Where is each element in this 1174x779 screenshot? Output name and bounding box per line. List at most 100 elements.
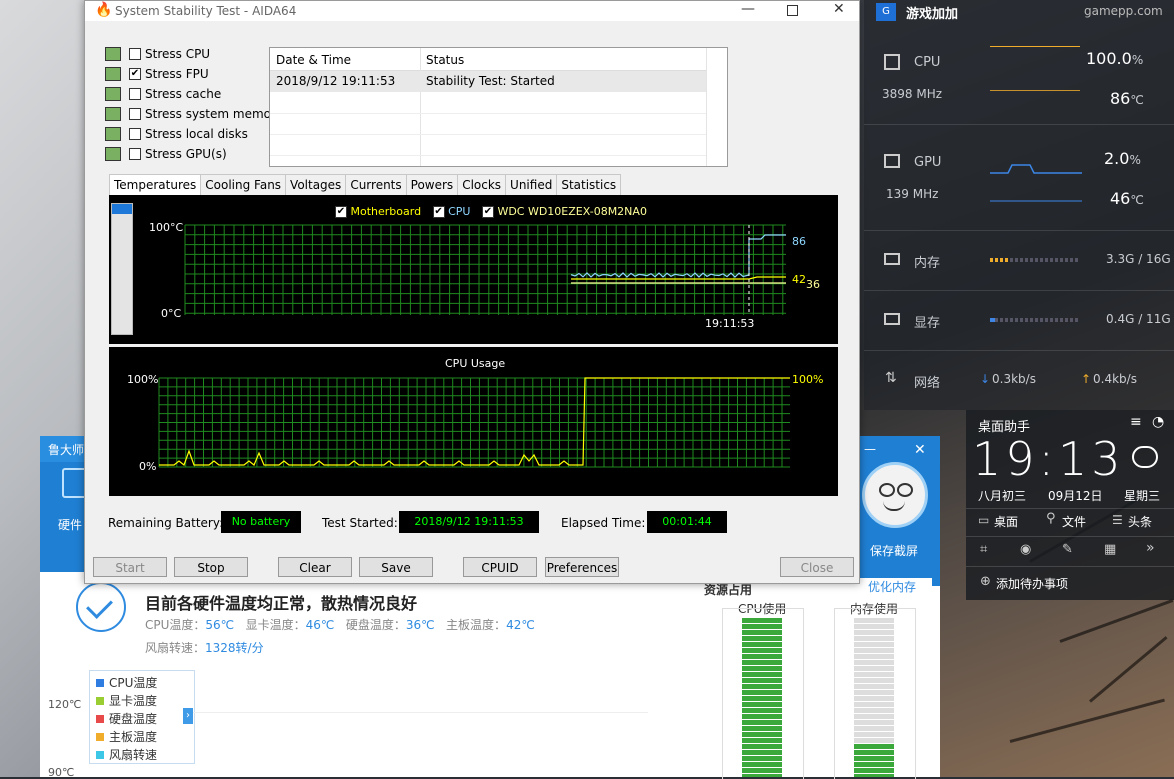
maximize-button[interactable] <box>787 5 798 16</box>
ludashi-headline: 目前各硬件温度均正常，散热情况良好 <box>145 594 418 613</box>
cpu-use-bar <box>742 618 782 777</box>
chevron-right-icon[interactable]: › <box>183 708 193 724</box>
calculator-icon[interactable]: ▦ <box>1104 542 1116 557</box>
aida64-stability-window: 🔥 System Stability Test - AIDA64 — ✕ Str… <box>84 0 860 584</box>
stress-label: Stress FPU <box>145 67 209 81</box>
legend-swatch <box>96 733 104 741</box>
tab-currents[interactable]: Currents <box>345 174 407 195</box>
weekday: 星期三 <box>1124 489 1161 503</box>
gp-vram-bar <box>990 318 995 322</box>
legend-disk: WDC WD10EZEX-08M2NA0 <box>497 205 647 218</box>
add-todo-link[interactable]: 添加待办事项 <box>996 575 1068 592</box>
desktop-icon[interactable]: ▭ <box>978 513 989 527</box>
legend-item[interactable]: CPU温度 <box>96 674 157 691</box>
close-button[interactable]: Close <box>780 557 854 577</box>
more-icon[interactable]: » <box>1146 540 1155 556</box>
table-cell-status: Stability Test: Started <box>426 74 555 88</box>
gpu-monitor-icon <box>105 147 121 161</box>
cpu-y-bottom: 0% <box>139 460 157 473</box>
minimize-button[interactable]: — <box>741 1 755 17</box>
clear-button[interactable]: Clear <box>278 557 352 577</box>
table-row[interactable]: 2018/9/12 19:11:53 Stability Test: Start… <box>270 71 706 92</box>
aida-titlebar[interactable]: 🔥 System Stability Test - AIDA64 — ✕ <box>85 1 859 21</box>
edit-icon[interactable]: ✎ <box>1062 542 1073 557</box>
preferences-button[interactable]: Preferences <box>545 557 619 577</box>
menu-icon[interactable]: ≡ <box>1130 414 1142 430</box>
fpu-icon <box>105 67 121 81</box>
legend-check-motherboard[interactable]: ✔ <box>335 206 347 218</box>
col-header-status[interactable]: Status <box>426 53 464 67</box>
save-screenshot-button[interactable]: 保存截屏 <box>870 542 918 559</box>
minimize-icon[interactable]: — <box>864 442 876 456</box>
optimize-memory-link[interactable]: 优化内存 <box>868 578 916 595</box>
stress-label: Stress local disks <box>145 127 248 141</box>
tab-temperatures[interactable]: Temperatures <box>109 174 202 197</box>
stress-checkbox[interactable] <box>129 128 141 140</box>
link-files[interactable]: 文件 <box>1062 513 1086 530</box>
legend-swatch <box>96 715 104 723</box>
mascot-avatar <box>862 462 928 528</box>
close-icon[interactable]: ✕ <box>914 442 926 458</box>
stress-checkbox[interactable] <box>129 108 141 120</box>
desktop-assistant-widget: 桌面助手 ≡ ◔ 19:13 八月初三 09月12日 星期三 ▭ 桌面 ⚲ 文件… <box>966 410 1174 600</box>
cache-icon <box>105 87 121 101</box>
gp-vram-value: 0.4G / 11G <box>1106 312 1171 326</box>
tab-cooling-fans[interactable]: Cooling Fans <box>200 174 287 195</box>
tab-unified[interactable]: Unified <box>505 174 558 195</box>
stress-label: Stress GPU(s) <box>145 147 227 161</box>
cpuid-button[interactable]: CPUID <box>463 557 537 577</box>
close-window-button[interactable]: ✕ <box>833 1 845 17</box>
legend-item[interactable]: 显卡温度 <box>96 692 157 709</box>
legend-check-cpu[interactable]: ✔ <box>432 206 445 218</box>
legend-item[interactable]: 硬盘温度 <box>96 710 157 727</box>
window-title: System Stability Test - AIDA64 <box>115 4 297 18</box>
legend-check-disk[interactable]: ✔ <box>481 206 494 218</box>
stress-checkbox[interactable]: ✔ <box>129 68 141 80</box>
link-news[interactable]: 头条 <box>1128 513 1152 530</box>
temp-value-disk: 36 <box>806 278 820 291</box>
link-desktop[interactable]: 桌面 <box>994 513 1018 530</box>
stress-checkbox[interactable] <box>129 48 141 60</box>
temp-value-mb: 42 <box>792 273 806 286</box>
tab-statistics[interactable]: Statistics <box>556 174 622 195</box>
legend-motherboard: Motherboard <box>350 205 422 218</box>
start-button[interactable]: Start <box>93 557 167 577</box>
collapse-icon[interactable]: ◔ <box>1152 414 1164 430</box>
col-header-datetime[interactable]: Date & Time <box>276 53 351 67</box>
stress-label: Stress CPU <box>145 47 211 61</box>
temp-time: 19:11:53 <box>705 317 755 330</box>
legend-item[interactable]: 风扇转速 <box>96 746 157 763</box>
crop-icon[interactable]: ⌗ <box>980 542 987 557</box>
elapsed-label: Elapsed Time: <box>561 516 646 530</box>
memory-module-icon <box>105 107 121 121</box>
news-icon[interactable]: ☰ <box>1112 513 1123 527</box>
save-button[interactable]: Save <box>359 557 433 577</box>
gp-cpu-usage: 100.0% <box>1086 49 1144 68</box>
table-cell-datetime: 2018/9/12 19:11:53 <box>276 74 396 88</box>
battery-label: Remaining Battery: <box>108 516 224 530</box>
gp-gpu-freq: 139 MHz <box>886 187 939 201</box>
tab-voltages[interactable]: Voltages <box>285 174 347 195</box>
eye-icon[interactable]: ◉ <box>1020 542 1031 557</box>
gp-gpu-temp: 46℃ <box>1110 189 1144 208</box>
gp-cpu-label: CPU <box>914 55 941 70</box>
stress-checkbox[interactable] <box>129 148 141 160</box>
memory-icon <box>884 253 900 265</box>
stop-button[interactable]: Stop <box>174 557 248 577</box>
assistant-time: 19:13 <box>972 432 1125 486</box>
tab-clocks[interactable]: Clocks <box>457 174 507 195</box>
legend-swatch <box>96 679 104 687</box>
stress-checkbox[interactable] <box>129 88 141 100</box>
cpu-graph-title: CPU Usage <box>445 357 506 370</box>
stress-options: Stress CPU ✔ Stress FPU Stress cache Stress … <box>105 45 283 165</box>
arrow-up-icon: ↑ <box>1081 372 1092 386</box>
elapsed-value: 00:01:44 <box>647 511 727 533</box>
temp-y-bottom: 0°C <box>161 307 182 320</box>
add-todo-icon[interactable]: ⊕ <box>980 574 991 589</box>
tab-powers[interactable]: Powers <box>405 174 459 195</box>
legend-item[interactable]: 主板温度 <box>96 728 157 745</box>
search-icon[interactable]: ⚲ <box>1046 511 1056 526</box>
ludashi-fan: 风扇转速：1328转/分 <box>145 641 264 655</box>
battery-value: No battery <box>221 511 301 533</box>
log-table: Date & Time Status 2018/9/12 19:11:53 St… <box>269 47 728 167</box>
